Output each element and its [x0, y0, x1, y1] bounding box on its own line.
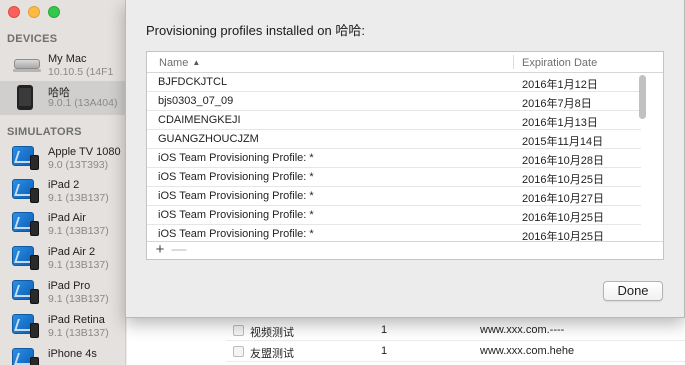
simulator-version: 9.1 (13B137) [48, 225, 109, 237]
simulator-name: iPad Retina [48, 314, 105, 326]
app-bundle-id: www.xxx.com.hehe [480, 345, 575, 357]
profile-expiration: 2016年7月8日 [522, 98, 592, 110]
table-row[interactable]: BJFDCKJTCL 2016年1月12日 [147, 73, 641, 92]
remove-profile-button[interactable]: — [171, 241, 187, 259]
app-bundle-id: www.xxx.com.---- [480, 324, 565, 336]
profile-expiration: 2016年10月25日 [522, 174, 604, 186]
table-scrollbar[interactable] [636, 72, 652, 240]
simulator-icon [12, 246, 39, 270]
simulator-name: Apple TV 1080 [48, 146, 121, 158]
sidebar-device-haha[interactable]: 哈哈 9.0.1 (13A404) [0, 81, 125, 115]
profile-expiration: 2016年10月25日 [522, 212, 604, 224]
simulator-icon [12, 146, 39, 170]
simulator-version: 9.1 (13B137) [48, 259, 109, 271]
add-profile-button[interactable]: + [152, 241, 168, 259]
profile-name: iOS Team Provisioning Profile: * [158, 152, 314, 164]
device-version: 9.0.1 (13A404) [48, 97, 118, 109]
app-count: 1 [381, 324, 388, 336]
profile-name: GUANGZHOUCJZM [158, 133, 259, 145]
column-header-name[interactable]: Name ▲ [159, 57, 200, 69]
profile-expiration: 2016年10月27日 [522, 193, 604, 205]
app-icon-placeholder [233, 325, 244, 336]
profile-name: iOS Team Provisioning Profile: * [158, 171, 314, 183]
sidebar-simulator-ipad-air[interactable]: iPad Air 9.1 (13B137) [0, 209, 125, 243]
simulator-icon [12, 280, 39, 304]
mac-icon [13, 59, 41, 72]
simulator-name: iPad Pro [48, 280, 91, 292]
devices-section-title: DEVICES [7, 33, 58, 45]
sheet-title: Provisioning profiles installed on 哈哈: [146, 23, 365, 38]
table-row[interactable]: 视频测试 1 www.xxx.com.---- [226, 320, 685, 341]
column-header-expiration[interactable]: Expiration Date [522, 57, 597, 69]
sidebar-simulator-ipad-retina[interactable]: iPad Retina 9.1 (13B137) [0, 311, 125, 345]
profile-name: BJFDCKJTCL [158, 76, 228, 88]
window-close-button[interactable] [8, 6, 20, 18]
sidebar-simulator-ipad-pro[interactable]: iPad Pro 9.1 (13B137) [0, 277, 125, 311]
table-row[interactable]: iOS Team Provisioning Profile: * 2016年10… [147, 149, 641, 168]
simulator-icon [12, 179, 39, 203]
simulator-version: 9.1 (13B137) [48, 192, 109, 204]
profile-name: bjs0303_07_09 [158, 95, 234, 107]
done-button[interactable]: Done [603, 281, 663, 301]
table-row[interactable]: bjs0303_07_09 2016年7月8日 [147, 92, 641, 111]
simulator-icon [12, 348, 39, 365]
iphone-icon [17, 85, 33, 110]
table-row[interactable]: iOS Team Provisioning Profile: * 2016年10… [147, 187, 641, 206]
profile-expiration: 2016年10月25日 [522, 231, 604, 241]
simulator-version: 9.1 (13B137) [48, 293, 109, 305]
app-name: 视频测试 [250, 327, 294, 339]
table-row[interactable]: CDAIMENGKEJI 2016年1月13日 [147, 111, 641, 130]
sidebar-simulator-apple-tv[interactable]: Apple TV 1080 9.0 (13T393) [0, 143, 125, 177]
simulator-name: iPad Air 2 [48, 246, 96, 258]
simulator-name: iPhone 4s [48, 348, 97, 360]
profile-name: CDAIMENGKEJI [158, 114, 241, 126]
profile-expiration: 2015年11月14日 [522, 136, 604, 148]
table-row[interactable]: iOS Team Provisioning Profile: * 2016年10… [147, 225, 641, 241]
profile-name: iOS Team Provisioning Profile: * [158, 209, 314, 221]
sort-ascending-icon: ▲ [192, 58, 201, 67]
simulator-name: iPad Air [48, 212, 86, 224]
window-minimize-button[interactable] [28, 6, 40, 18]
profile-expiration: 2016年1月13日 [522, 117, 598, 129]
simulators-section-title: SIMULATORS [7, 126, 82, 138]
table-row[interactable]: iOS Team Provisioning Profile: * 2016年10… [147, 168, 641, 187]
scrollbar-thumb[interactable] [639, 75, 646, 119]
window-zoom-button[interactable] [48, 6, 60, 18]
sidebar-device-my-mac[interactable]: My Mac 10.10.5 (14F1 [0, 50, 125, 84]
simulator-name: iPad 2 [48, 179, 80, 191]
sidebar-simulator-iphone-4s[interactable]: iPhone 4s [0, 345, 125, 365]
profile-expiration: 2016年1月12日 [522, 79, 598, 91]
provisioning-profiles-sheet: Provisioning profiles installed on 哈哈: N… [125, 0, 685, 318]
sidebar-simulator-ipad-air-2[interactable]: iPad Air 2 9.1 (13B137) [0, 243, 125, 277]
table-body: BJFDCKJTCL 2016年1月12日 bjs0303_07_09 2016… [147, 73, 641, 241]
simulator-icon [12, 314, 39, 338]
table-row[interactable]: iOS Team Provisioning Profile: * 2016年10… [147, 206, 641, 225]
simulator-version: 9.0 (13T393) [48, 159, 109, 171]
app-count: 1 [381, 345, 388, 357]
profile-name: iOS Team Provisioning Profile: * [158, 228, 314, 240]
table-row[interactable]: 友盟测试 1 www.xxx.com.hehe [226, 341, 685, 362]
table-header: Name ▲ Expiration Date [147, 52, 663, 73]
app-name: 友盟测试 [250, 348, 294, 360]
profile-name: iOS Team Provisioning Profile: * [158, 190, 314, 202]
simulator-icon [12, 212, 39, 236]
simulator-version: 9.1 (13B137) [48, 327, 109, 339]
app-icon-placeholder [233, 346, 244, 357]
profile-expiration: 2016年10月28日 [522, 155, 604, 167]
sidebar-simulator-ipad-2[interactable]: iPad 2 9.1 (13B137) [0, 176, 125, 210]
table-footer: + — [147, 241, 663, 259]
table-row[interactable]: GUANGZHOUCJZM 2015年11月14日 [147, 130, 641, 149]
device-version: 10.10.5 (14F1 [48, 66, 114, 78]
devices-sidebar: DEVICES My Mac 10.10.5 (14F1 哈哈 9.0.1 (1… [0, 0, 126, 365]
profiles-table: Name ▲ Expiration Date BJFDCKJTCL 2016年1月… [146, 51, 664, 260]
device-name: My Mac [48, 53, 87, 65]
